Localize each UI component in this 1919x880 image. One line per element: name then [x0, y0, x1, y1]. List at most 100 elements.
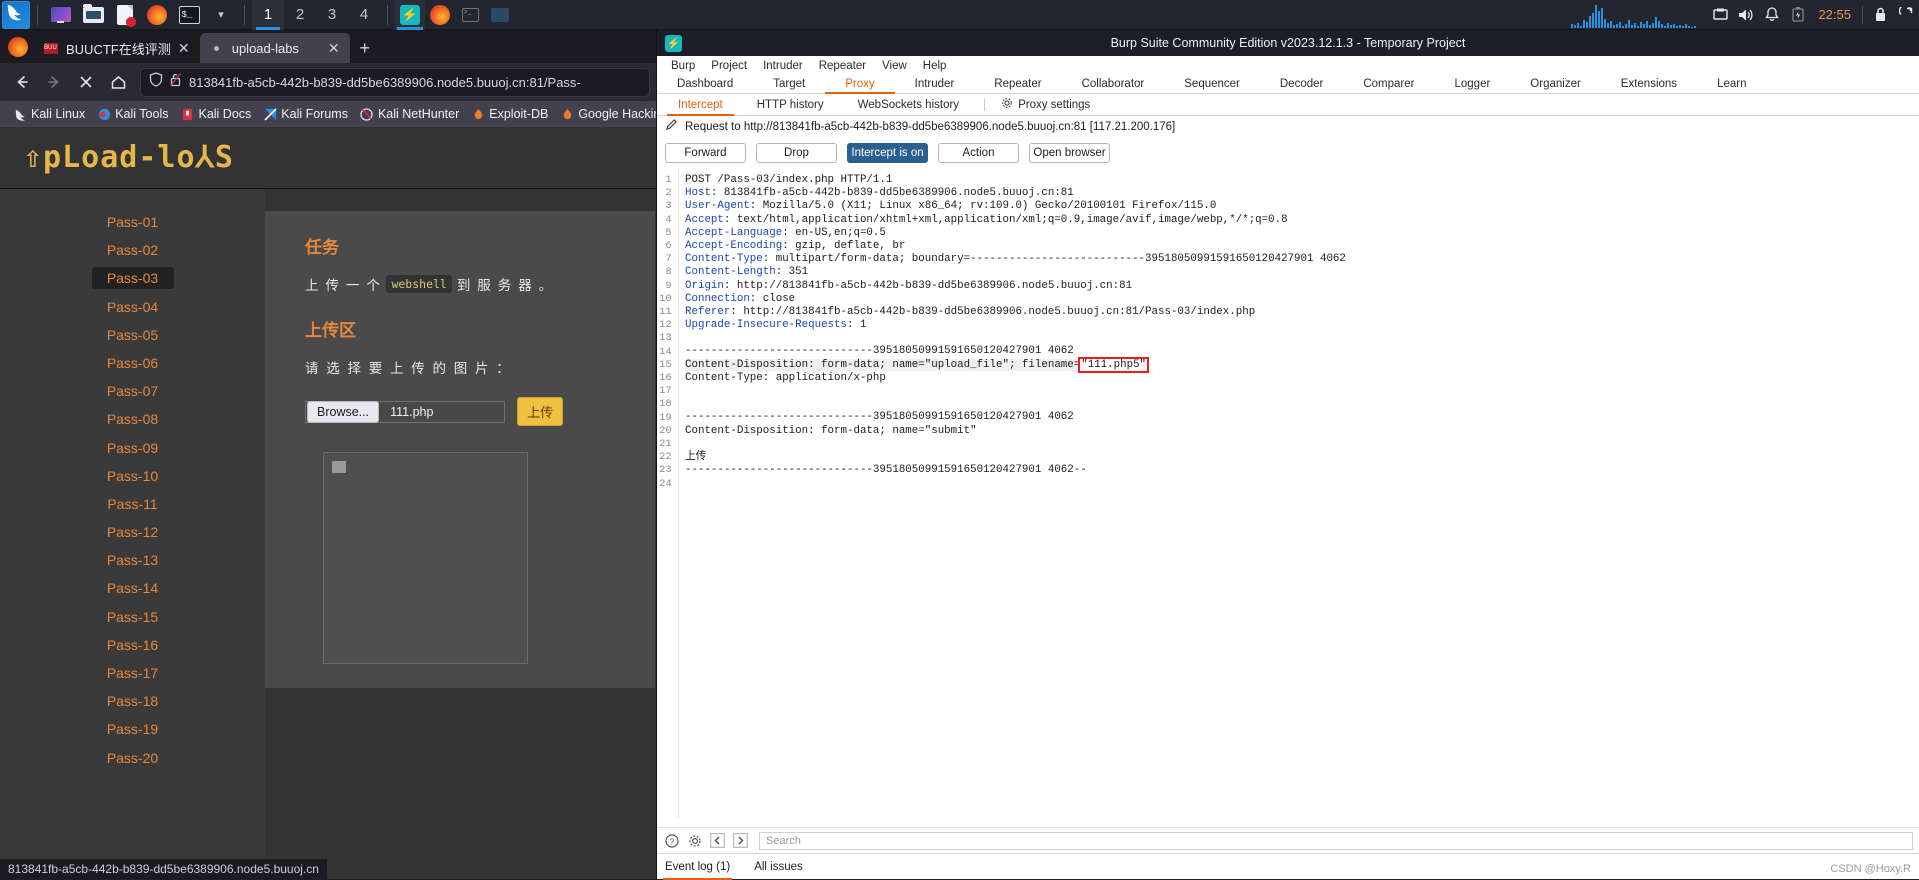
file-input[interactable]: Browse... 111.php	[305, 400, 506, 423]
window-button-terminal[interactable]: >_	[455, 0, 485, 30]
menu-intruder[interactable]: Intruder	[755, 59, 811, 73]
sidebar-item-pass-08[interactable]: Pass-08	[92, 408, 174, 430]
editor-back-arrow-icon[interactable]	[709, 832, 726, 849]
tab-learn[interactable]: Learn	[1697, 75, 1766, 93]
tab-extensions[interactable]: Extensions	[1601, 75, 1697, 93]
sidebar-item-pass-17[interactable]: Pass-17	[92, 662, 174, 684]
bookmark-kali-linux[interactable]: Kali Linux	[8, 105, 90, 123]
forward-arrow-icon[interactable]	[38, 67, 70, 97]
sidebar-item-pass-05[interactable]: Pass-05	[92, 324, 174, 346]
volume-icon[interactable]	[1733, 0, 1759, 30]
url-bar[interactable]: 813841fb-a5cb-442b-b839-dd5be6389906.nod…	[140, 67, 650, 97]
file-manager-icon[interactable]	[80, 3, 106, 27]
shield-icon[interactable]	[149, 72, 163, 92]
sidebar-item-pass-14[interactable]: Pass-14	[92, 577, 174, 599]
browser-tab-buuctf[interactable]: BUU BUUCTF在线评测 ✕	[34, 33, 200, 63]
sidebar-item-pass-11[interactable]: Pass-11	[92, 493, 174, 515]
tab-sequencer[interactable]: Sequencer	[1164, 75, 1260, 93]
power-logout-icon[interactable]	[1893, 0, 1919, 30]
window-button-burp[interactable]: ⚡	[395, 0, 425, 30]
workspace-3[interactable]: 3	[316, 0, 348, 30]
settings-gear-icon[interactable]	[686, 832, 703, 849]
drop-button[interactable]: Drop	[756, 143, 837, 163]
sidebar-item-pass-15[interactable]: Pass-15	[92, 606, 174, 628]
text-editor-icon[interactable]	[112, 3, 138, 27]
bookmark-kali-forums[interactable]: Kali Forums	[258, 105, 353, 123]
search-input[interactable]: Search	[759, 831, 1913, 850]
menu-repeater[interactable]: Repeater	[811, 59, 874, 73]
tab-logger[interactable]: Logger	[1434, 75, 1510, 93]
bookmark-exploit-db[interactable]: Exploit-DB	[466, 105, 553, 123]
terminal-launcher-icon[interactable]: $_	[176, 3, 202, 27]
tab-target[interactable]: Target	[753, 75, 825, 93]
sidebar-item-pass-07[interactable]: Pass-07	[92, 380, 174, 402]
request-raw-text[interactable]: POST /Pass-03/index.php HTTP/1.1 Host: 81…	[679, 170, 1919, 818]
new-tab-button[interactable]: +	[350, 33, 380, 63]
tab-organizer[interactable]: Organizer	[1510, 75, 1601, 93]
home-icon[interactable]	[102, 67, 134, 97]
tab-close-icon[interactable]: ✕	[327, 40, 341, 57]
proxy-settings-button[interactable]: Proxy settings	[993, 94, 1098, 115]
sidebar-item-pass-06[interactable]: Pass-06	[92, 352, 174, 374]
back-arrow-icon[interactable]	[6, 67, 38, 97]
sidebar-item-pass-20[interactable]: Pass-20	[92, 747, 174, 769]
tab-dashboard[interactable]: Dashboard	[657, 75, 753, 93]
sidebar-item-pass-16[interactable]: Pass-16	[92, 634, 174, 656]
help-icon[interactable]: ?	[663, 832, 680, 849]
tab-proxy[interactable]: Proxy	[825, 75, 896, 94]
chevron-down-icon[interactable]: ▾	[208, 3, 234, 27]
footer-tab-all-issues[interactable]: All issues	[754, 861, 803, 873]
sidebar-item-pass-04[interactable]: Pass-04	[92, 296, 174, 318]
menu-project[interactable]: Project	[703, 59, 755, 73]
sidebar-item-pass-09[interactable]: Pass-09	[92, 437, 174, 459]
bookmark-kali-nethunter[interactable]: Kali NetHunter	[355, 105, 464, 123]
sidebar-item-pass-02[interactable]: Pass-02	[92, 239, 174, 261]
sidebar-item-pass-12[interactable]: Pass-12	[92, 521, 174, 543]
menu-view[interactable]: View	[874, 59, 915, 73]
menu-help[interactable]: Help	[915, 59, 955, 73]
tab-collaborator[interactable]: Collaborator	[1062, 75, 1165, 93]
sidebar-item-pass-13[interactable]: Pass-13	[92, 549, 174, 571]
tab-repeater[interactable]: Repeater	[974, 75, 1061, 93]
editor-forward-arrow-icon[interactable]	[732, 832, 749, 849]
sidebar-item-pass-19[interactable]: Pass-19	[92, 718, 174, 740]
bell-icon[interactable]	[1759, 0, 1785, 30]
firefox-launcher-icon[interactable]	[144, 3, 170, 27]
sidebar-item-pass-03[interactable]: Pass-03	[91, 267, 174, 290]
subtab-http-history[interactable]: HTTP history	[740, 94, 841, 115]
bookmark-kali-tools[interactable]: Kali Tools	[92, 105, 173, 123]
window-button-firefox[interactable]	[425, 0, 455, 30]
browser-tab-upload-labs[interactable]: upload-labs ✕	[199, 33, 350, 63]
workspace-4[interactable]: 4	[348, 0, 380, 30]
request-editor[interactable]: 1 2 3 4 5 6 7 8 9 10 11 12 13 14 15 16 1…	[657, 170, 1919, 818]
bookmark-google-hacking-db[interactable]: Google Hacking DB	[555, 105, 656, 123]
sidebar-item-pass-10[interactable]: Pass-10	[92, 465, 174, 487]
broken-lock-icon[interactable]	[169, 72, 182, 92]
upload-submit-button[interactable]: 上传	[517, 397, 564, 426]
tab-decoder[interactable]: Decoder	[1260, 75, 1343, 93]
window-button-archive[interactable]	[485, 0, 515, 30]
files-launcher-icon[interactable]	[48, 3, 74, 27]
subtab-websockets-history[interactable]: WebSockets history	[841, 94, 976, 115]
action-button[interactable]: Action	[938, 143, 1019, 163]
open-browser-button[interactable]: Open browser	[1029, 143, 1110, 163]
browse-button[interactable]: Browse...	[307, 400, 380, 423]
footer-tab-event-log[interactable]: Event log (1)	[662, 861, 733, 880]
tab-intruder[interactable]: Intruder	[895, 75, 975, 93]
menu-burp[interactable]: Burp	[663, 59, 703, 73]
bookmark-kali-docs[interactable]: Kali Docs	[175, 105, 256, 123]
sidebar-item-pass-01[interactable]: Pass-01	[92, 211, 174, 233]
workspace-1[interactable]: 1	[252, 0, 284, 30]
forward-button[interactable]: Forward	[665, 143, 746, 163]
intercept-toggle-button[interactable]: Intercept is on	[847, 143, 928, 163]
stop-x-icon[interactable]	[70, 67, 102, 97]
tab-close-icon[interactable]: ✕	[177, 40, 191, 57]
tab-comparer[interactable]: Comparer	[1343, 75, 1434, 93]
sidebar-item-pass-18[interactable]: Pass-18	[92, 690, 174, 712]
ethernet-icon[interactable]	[1707, 0, 1733, 30]
workspace-2[interactable]: 2	[284, 0, 316, 30]
lock-icon[interactable]	[1867, 0, 1893, 30]
battery-icon[interactable]	[1785, 0, 1811, 30]
kali-menu-button[interactable]	[2, 0, 30, 29]
subtab-intercept[interactable]: Intercept	[661, 94, 740, 116]
